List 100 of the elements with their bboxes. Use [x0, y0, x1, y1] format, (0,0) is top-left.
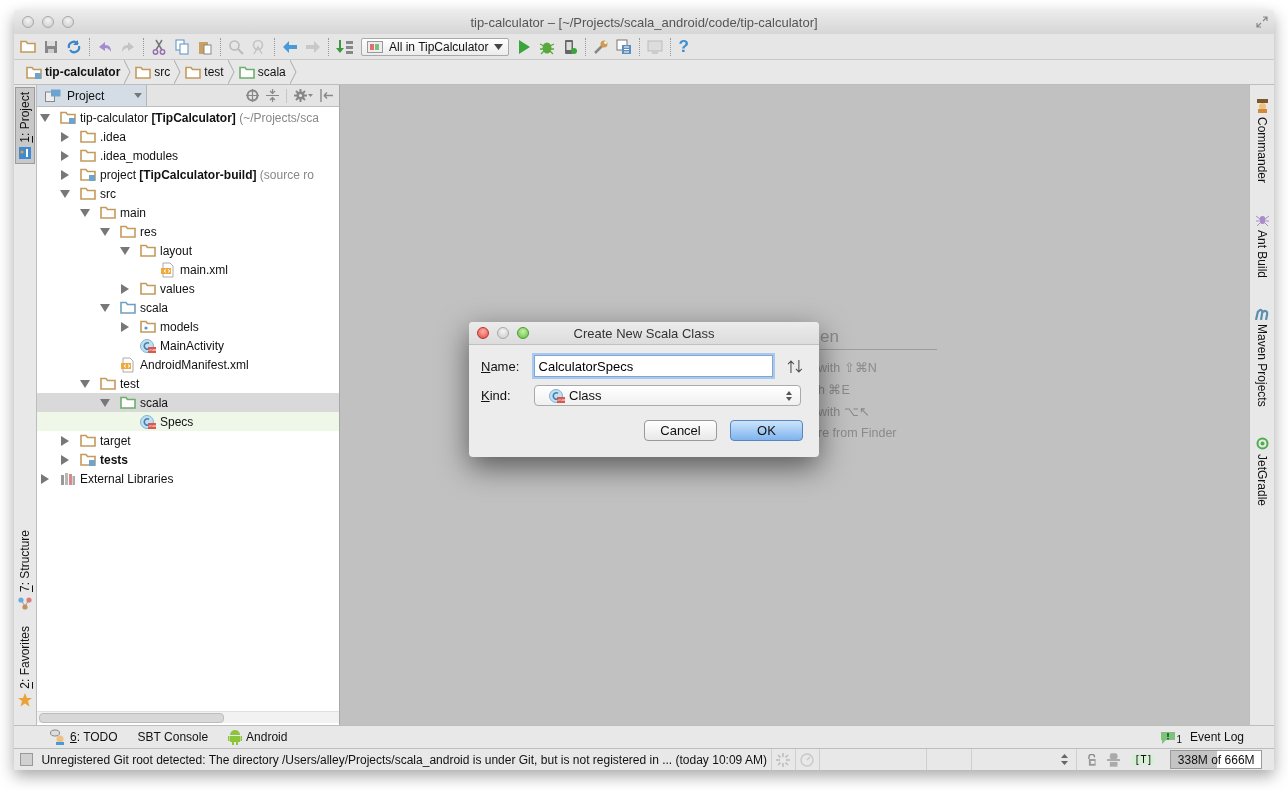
tree-item-label: External Libraries: [80, 471, 174, 486]
breadcrumb[interactable]: test: [181, 65, 228, 79]
name-field[interactable]: CalculatorSpecs: [533, 355, 774, 377]
expanded-arrow-icon[interactable]: [100, 302, 110, 313]
collapsed-arrow-icon[interactable]: [60, 454, 70, 465]
tool-window-tab[interactable]: Commander: [1252, 95, 1272, 188]
breadcrumb[interactable]: scala: [234, 65, 290, 79]
breadcrumb-separator-icon: [174, 60, 182, 84]
structure-icon: [18, 596, 32, 611]
expanded-arrow-icon[interactable]: [40, 112, 50, 123]
settings-icon[interactable]: [593, 38, 610, 55]
tree-row[interactable]: .idea: [57, 127, 339, 146]
tree-row[interactable]: values: [117, 279, 339, 298]
copy-icon[interactable]: [174, 38, 190, 55]
expanded-arrow-icon[interactable]: [80, 378, 90, 389]
tree-row[interactable]: External Libraries: [37, 469, 339, 488]
event-log-tab[interactable]: 1 Event Log: [1161, 729, 1244, 745]
tree-row[interactable]: test: [77, 374, 339, 393]
cut-icon[interactable]: [151, 38, 167, 55]
dropdown-caret-icon: [134, 93, 142, 98]
tree-row[interactable]: src: [57, 184, 339, 203]
fullscreen-icon[interactable]: [1256, 16, 1268, 28]
tree-item-label: models: [160, 319, 199, 334]
close-button[interactable]: [477, 327, 489, 339]
tool-windows-toggle[interactable]: [20, 753, 34, 766]
window-control-button[interactable]: [42, 16, 54, 28]
tree-item-label: src: [100, 186, 116, 201]
sort-icon[interactable]: [787, 359, 803, 373]
tool-window-tab[interactable]: Maven Projects: [1252, 304, 1272, 411]
tool-window-tab[interactable]: SBT Console: [137, 730, 209, 744]
expanded-arrow-icon[interactable]: [100, 397, 110, 408]
minimize-button[interactable]: [497, 327, 509, 339]
tree-row[interactable]: AndroidManifest.xml: [97, 355, 339, 374]
libraries-icon: [60, 471, 76, 486]
tool-window-tab[interactable]: JetGradle: [1252, 432, 1272, 510]
sync-icon[interactable]: [66, 38, 82, 55]
expanded-arrow-icon[interactable]: [60, 188, 70, 199]
window-control-button[interactable]: [62, 16, 74, 28]
build-icon[interactable]: [336, 38, 354, 55]
lock-icon[interactable]: [1086, 753, 1097, 766]
tool-window-tab[interactable]: 7: Structure: [15, 526, 35, 615]
tree-row[interactable]: tests: [57, 450, 339, 469]
ok-button[interactable]: OK: [730, 420, 803, 441]
folder-icon: [80, 149, 96, 162]
view-selector-dropdown[interactable]: Project: [37, 85, 147, 106]
todo-icon: [50, 729, 66, 745]
breadcrumb[interactable]: tip-calculator: [22, 65, 125, 79]
folder-icon: [238, 65, 255, 79]
breadcrumb[interactable]: src: [131, 65, 175, 79]
tree-row[interactable]: scala: [97, 298, 339, 317]
tree-row[interactable]: project [TipCalculator-build] (source ro: [57, 165, 339, 184]
tool-window-tab[interactable]: Android: [228, 729, 288, 745]
android-icon: [228, 729, 243, 745]
tree-row[interactable]: .idea_modules: [57, 146, 339, 165]
tree-row[interactable]: MainActivity: [117, 336, 339, 355]
tree-row[interactable]: main: [77, 203, 339, 222]
expanded-arrow-icon[interactable]: [120, 245, 130, 256]
collapsed-arrow-icon[interactable]: [60, 435, 70, 446]
tool-window-tab[interactable]: 2: Favorites: [15, 622, 35, 711]
settings-icon[interactable]: [294, 89, 313, 102]
tool-window-tab[interactable]: 6: TODO: [50, 729, 118, 745]
device-icon[interactable]: [562, 38, 579, 55]
kind-dropdown[interactable]: Class: [534, 385, 801, 406]
open-folder-icon: [20, 40, 36, 53]
folder-icon: [120, 396, 136, 409]
tree-row[interactable]: tip-calculator [TipCalculator] (~/Projects/sca: [37, 108, 339, 127]
tool-window-tab[interactable]: 1: Project: [15, 87, 35, 164]
window-control-button[interactable]: [22, 16, 34, 28]
tree-row[interactable]: target: [57, 431, 339, 450]
hide-panel-icon[interactable]: [320, 89, 333, 102]
collapsed-arrow-icon[interactable]: [40, 473, 50, 484]
collapsed-arrow-icon[interactable]: [60, 150, 70, 161]
tree-row[interactable]: res: [97, 222, 339, 241]
collapsed-arrow-icon[interactable]: [120, 321, 130, 332]
tool-window-tab[interactable]: Ant Build: [1252, 209, 1272, 283]
save-icon[interactable]: [43, 38, 59, 55]
target-icon[interactable]: [246, 89, 259, 102]
run-configuration-dropdown[interactable]: All in TipCalculator: [361, 37, 510, 56]
find-icon[interactable]: [228, 38, 244, 55]
tree-row[interactable]: Specs: [37, 412, 339, 431]
expanded-arrow-icon[interactable]: [100, 226, 110, 237]
collapsed-arrow-icon[interactable]: [60, 131, 70, 142]
collapse-all-icon[interactable]: [266, 89, 279, 102]
project-structure-icon[interactable]: [616, 38, 633, 55]
tree-row[interactable]: main.xml: [137, 260, 339, 279]
memory-indicator[interactable]: 338M of 666M: [1170, 750, 1262, 769]
dialog-title: Create New Scala Class: [572, 325, 716, 341]
scrollbar-thumb[interactable]: [39, 712, 224, 723]
tree-row[interactable]: scala: [37, 393, 339, 412]
tree-row[interactable]: models: [117, 317, 339, 336]
expanded-arrow-icon[interactable]: [80, 207, 90, 218]
run-configuration-icon: [367, 40, 383, 53]
cancel-button[interactable]: Cancel: [644, 420, 717, 441]
tree-row[interactable]: layout: [117, 241, 339, 260]
up-down-arrows-icon[interactable]: [1060, 754, 1068, 765]
inspector-icon[interactable]: [1107, 752, 1121, 767]
zoom-button[interactable]: [517, 327, 529, 339]
collapsed-arrow-icon[interactable]: [60, 169, 70, 180]
insert-mode-indicator[interactable]: [T]: [1132, 754, 1155, 765]
collapsed-arrow-icon[interactable]: [120, 283, 130, 294]
